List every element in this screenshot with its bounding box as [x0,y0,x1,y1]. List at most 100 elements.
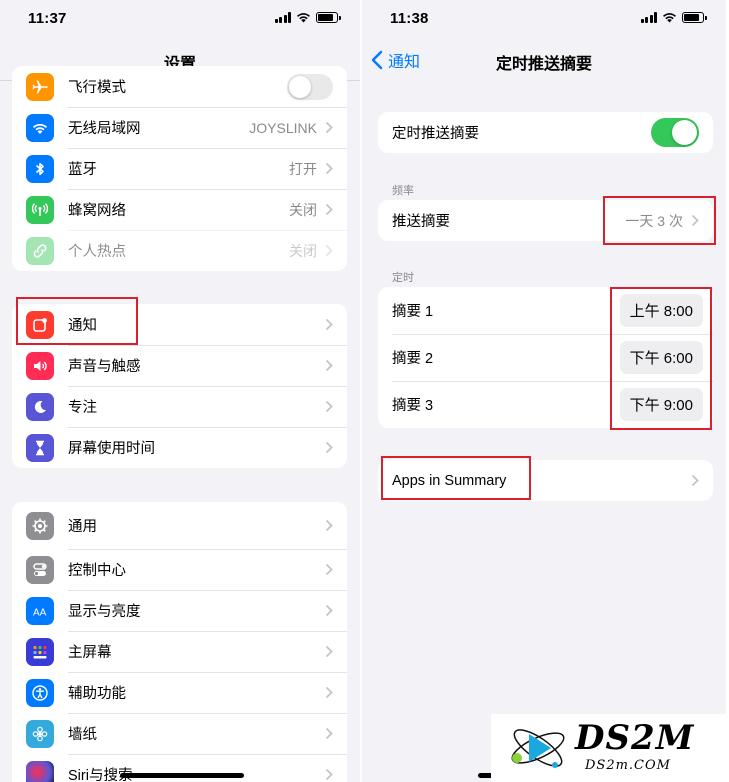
airplane-mode-toggle[interactable] [287,73,333,100]
cellular-status: 关闭 [289,201,317,218]
chevron-right-icon [325,563,333,576]
wifi-network-name: JOYSLINK [249,119,317,136]
hotspot-icon [26,236,54,265]
summary-time-picker[interactable]: 下午 9:00 [619,388,703,421]
settings-row-label: 主屏幕 [68,645,112,661]
general-group: 通用 控制中心 AA 显示与亮度 主屏幕 辅助功能 墙纸 Siri与搜索 [12,502,347,782]
settings-row-general[interactable]: 通用 [12,502,347,549]
scheduled-summary-toggle[interactable] [651,118,699,147]
watermark: DS2M DS2m.COM [491,714,729,782]
summary-row-3[interactable]: 摘要 3 下午 9:00 [378,381,713,428]
chevron-right-icon [325,645,333,658]
settings-row-wifi[interactable]: 无线局域网 JOYSLINK [12,107,347,148]
apps-in-summary-label: Apps in Summary [392,472,507,489]
summary-time-picker[interactable]: 上午 8:00 [619,294,703,327]
sound-icon [26,351,54,380]
airplane-icon [26,72,54,101]
settings-row-label: 屏幕使用时间 [68,441,155,457]
wifi-status-icon [297,13,310,23]
watermark-logo-icon [511,729,565,768]
display-icon: AA [26,596,54,625]
connectivity-group: 飞行模式 无线局域网 JOYSLINK 蓝牙 打开 蜂窝网络 关闭 个人热点 关… [12,66,347,271]
settings-row-label: 蜂窝网络 [68,203,126,219]
schedule-card: 摘要 1 上午 8:00 摘要 2 下午 6:00 摘要 3 下午 9:00 [378,287,713,428]
scheduled-summary-screen: 11:38 通知 定时推送摘要 定时推送摘要 频率 推送摘要 一天 3 次 定时… [362,0,726,782]
settings-row-label: 显示与亮度 [68,604,141,620]
wifi-status-icon [663,13,676,23]
summary-label: 摘要 3 [392,398,434,414]
chevron-right-icon [325,359,333,372]
settings-row-cellular[interactable]: 蜂窝网络 关闭 [12,189,347,230]
settings-row-control-center[interactable]: 控制中心 [12,549,347,590]
battery-icon [682,12,707,23]
chevron-right-icon [325,203,333,216]
settings-row-label: 墙纸 [68,727,97,743]
scheduled-summary-toggle-row[interactable]: 定时推送摘要 [378,112,713,153]
siri-icon [26,760,54,782]
watermark-url: DS2m.COM [585,758,671,773]
status-icons [274,12,341,23]
settings-row-display[interactable]: AA 显示与亮度 [12,590,347,631]
settings-row-wallpaper[interactable]: 墙纸 [12,713,347,754]
chevron-right-icon [325,162,333,175]
settings-row-notifications[interactable]: 通知 [12,304,347,345]
chevron-right-icon [691,214,699,227]
chevron-right-icon [325,121,333,134]
settings-row-label: 无线局域网 [68,121,141,137]
chevron-right-icon [325,686,333,699]
home-screen-icon [26,637,54,666]
chevron-right-icon [325,768,333,781]
cellular-icon [26,195,54,224]
frequency-section-header: 频率 [392,185,414,197]
status-bar: 11:37 [0,0,360,36]
chevron-right-icon [325,727,333,740]
focus-moon-icon [26,392,54,421]
settings-row-label: 通知 [68,318,97,334]
frequency-value: 一天 3 次 [625,212,683,229]
summary-time-picker[interactable]: 下午 6:00 [619,341,703,374]
chevron-right-icon [691,474,699,487]
status-bar: 11:38 [362,0,726,36]
home-indicator[interactable] [120,773,244,778]
frequency-label: 推送摘要 [392,214,450,230]
watermark-title: DS2M [575,718,695,758]
apps-in-summary-row[interactable]: Apps in Summary [378,460,713,501]
svg-text:AA: AA [33,607,47,618]
accessibility-icon [26,678,54,707]
settings-row-label: 通用 [68,519,97,535]
settings-row-screen-time[interactable]: 屏幕使用时间 [12,427,347,468]
chevron-right-icon [325,244,333,257]
hotspot-status: 关闭 [289,242,317,259]
chevron-right-icon [325,519,333,532]
scheduled-summary-toggle-card: 定时推送摘要 [378,112,713,153]
settings-row-bluetooth[interactable]: 蓝牙 打开 [12,148,347,189]
summary-row-2[interactable]: 摘要 2 下午 6:00 [378,334,713,381]
settings-row-label: 控制中心 [68,563,126,579]
settings-row-label: 飞行模式 [68,80,126,96]
settings-row-label: 个人热点 [68,244,126,260]
frequency-row[interactable]: 推送摘要 一天 3 次 [378,200,713,241]
summary-label: 摘要 2 [392,351,434,367]
control-center-icon [26,555,54,584]
settings-row-hotspot[interactable]: 个人热点 关闭 [12,230,347,271]
hourglass-icon [26,433,54,462]
toggle-label: 定时推送摘要 [392,126,479,142]
settings-row-accessibility[interactable]: 辅助功能 [12,672,347,713]
summary-label: 摘要 1 [392,304,434,320]
gear-icon [26,511,54,540]
settings-row-focus[interactable]: 专注 [12,386,347,427]
settings-row-airplane[interactable]: 飞行模式 [12,66,347,107]
settings-row-label: 辅助功能 [68,686,126,702]
wallpaper-flower-icon [26,719,54,748]
chevron-right-icon [325,318,333,331]
battery-icon [316,12,341,23]
settings-row-sounds[interactable]: 声音与触感 [12,345,347,386]
notification-icon [26,310,54,339]
summary-row-1[interactable]: 摘要 1 上午 8:00 [378,287,713,334]
chevron-right-icon [325,441,333,454]
schedule-section-header: 定时 [392,272,414,284]
status-icons [640,12,707,23]
signal-icon [274,12,291,23]
settings-row-home-screen[interactable]: 主屏幕 [12,631,347,672]
page-title: 定时推送摘要 [495,56,592,73]
